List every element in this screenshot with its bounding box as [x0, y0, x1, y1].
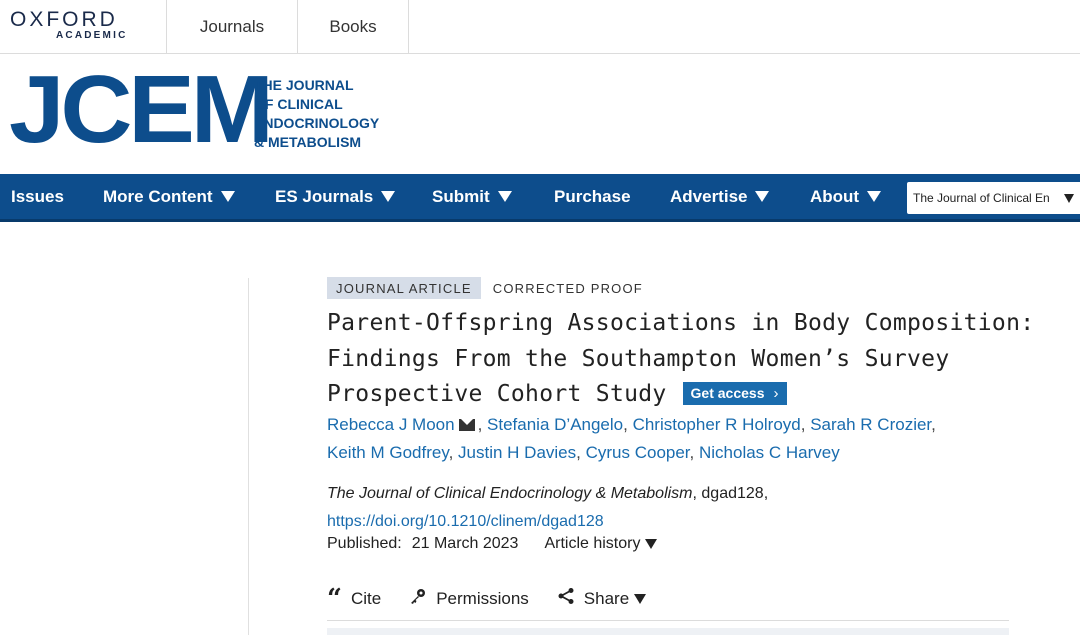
nav-item-label: Advertise	[670, 186, 748, 206]
article-title: Parent-Offspring Associations in Body Co…	[327, 306, 1035, 413]
caret-down-icon	[867, 191, 882, 202]
author-link[interactable]: Keith M Godfrey	[327, 443, 449, 462]
article-tools: “ Cite Permissions Share	[327, 583, 674, 614]
sidebar-divider	[248, 278, 249, 635]
key-icon	[409, 587, 427, 610]
top-bar: OXFORD ACADEMIC Journals Books	[0, 0, 1080, 54]
journal-name: The Journal of Clinical Endocrinology & …	[327, 485, 693, 502]
nav-item-purchase[interactable]: Purchase	[554, 174, 631, 219]
journal-name-line: OF CLINICAL	[254, 96, 343, 112]
get-access-button[interactable]: Get access ›	[682, 382, 787, 406]
logo-academic-text: ACADEMIC	[56, 30, 128, 41]
nav-item-label: ES Journals	[275, 186, 374, 206]
main-nav: Issues More Content ES Journals Submit P…	[0, 174, 1080, 222]
journal-full-name: THE JOURNAL OF CLINICAL ENDOCRINOLOGY & …	[254, 76, 379, 152]
journal-select-value: The Journal of Clinical En	[913, 191, 1050, 205]
author-link[interactable]: Rebecca J Moon	[327, 415, 455, 434]
share-button[interactable]: Share	[557, 587, 647, 610]
author-link[interactable]: Nicholas C Harvey	[699, 443, 840, 462]
oxford-academic-logo[interactable]: OXFORD ACADEMIC	[0, 0, 167, 53]
nav-item-es-journals[interactable]: ES Journals	[275, 174, 396, 219]
permissions-button[interactable]: Permissions	[409, 587, 529, 610]
caret-down-icon	[1064, 193, 1074, 203]
author-link[interactable]: Sarah R Crozier	[810, 415, 931, 434]
author-link[interactable]: Justin H Davies	[458, 443, 576, 462]
nav-item-about[interactable]: About	[810, 174, 882, 219]
share-icon	[557, 587, 575, 610]
author-link[interactable]: Cyrus Cooper	[586, 443, 690, 462]
article-history-label: Article history	[544, 535, 641, 552]
caret-down-icon	[381, 191, 396, 202]
nav-item-label: Issues	[11, 186, 64, 206]
nav-item-issues[interactable]: Issues	[11, 174, 64, 219]
journal-name-line: THE JOURNAL	[254, 77, 354, 93]
journal-select[interactable]: The Journal of Clinical En	[907, 182, 1080, 214]
author-link[interactable]: Christopher R Holroyd	[633, 415, 801, 434]
article-title-text: Prospective Cohort Study	[327, 381, 667, 407]
share-label: Share	[583, 588, 630, 608]
journal-name-line: & METABOLISM	[254, 134, 362, 150]
email-icon[interactable]	[458, 419, 475, 431]
caret-down-icon	[497, 191, 512, 202]
topbar-link-journals[interactable]: Journals	[167, 0, 298, 53]
caret-down-icon	[634, 593, 647, 604]
permissions-label: Permissions	[436, 588, 529, 608]
nav-item-submit[interactable]: Submit	[432, 174, 512, 219]
topbar-link-books[interactable]: Books	[298, 0, 409, 53]
nav-item-label: Purchase	[554, 186, 631, 206]
chevron-right-icon: ›	[773, 385, 779, 402]
logo-oxford-text: OXFORD	[10, 8, 118, 31]
caret-down-icon	[645, 539, 658, 549]
doi-link[interactable]: https://doi.org/10.1210/clinem/dgad128	[327, 508, 768, 536]
tools-divider	[327, 620, 1009, 621]
published-date: 21 March 2023	[411, 535, 519, 552]
journal-name-line: ENDOCRINOLOGY	[254, 115, 380, 131]
nav-item-label: About	[810, 186, 860, 206]
nav-item-advertise[interactable]: Advertise	[670, 174, 770, 219]
journal-brand: JCEM THE JOURNAL OF CLINICAL ENDOCRINOLO…	[0, 54, 1080, 174]
article-tags: JOURNAL ARTICLE CORRECTED PROOF	[327, 277, 643, 299]
content-strip	[327, 628, 1009, 635]
cite-label: Cite	[350, 588, 382, 608]
author-link[interactable]: Stefania D’Angelo	[487, 415, 623, 434]
article-title-line: Findings From the Southampton Women’s Su…	[327, 345, 950, 372]
nav-item-label: More Content	[103, 186, 213, 206]
jcem-logo[interactable]: JCEM	[9, 62, 274, 158]
article-status-badge: CORRECTED PROOF	[492, 280, 643, 296]
article-history-toggle[interactable]: Article history	[544, 535, 658, 553]
caret-down-icon	[220, 191, 235, 202]
published-label: Published:	[327, 535, 402, 552]
nav-item-more-content[interactable]: More Content	[103, 174, 235, 219]
quote-icon: “	[327, 583, 342, 614]
article-type-badge: JOURNAL ARTICLE	[327, 277, 481, 299]
article-id: , dgad128,	[692, 485, 769, 502]
citation-block: The Journal of Clinical Endocrinology & …	[327, 480, 768, 536]
caret-down-icon	[755, 191, 770, 202]
article-title-line: Prospective Cohort Study Get access ›	[327, 377, 1027, 413]
article-title-line: Parent-Offspring Associations in Body Co…	[327, 310, 1035, 336]
nav-item-label: Submit	[432, 186, 490, 206]
journal-citation: The Journal of Clinical Endocrinology & …	[327, 480, 768, 508]
cite-button[interactable]: “ Cite	[327, 583, 382, 614]
author-list: Rebecca J Moon, Stefania D’Angelo, Chris…	[327, 415, 936, 462]
publication-info: Published: 21 March 2023 Article history	[327, 535, 658, 553]
get-access-label: Get access	[690, 385, 765, 401]
